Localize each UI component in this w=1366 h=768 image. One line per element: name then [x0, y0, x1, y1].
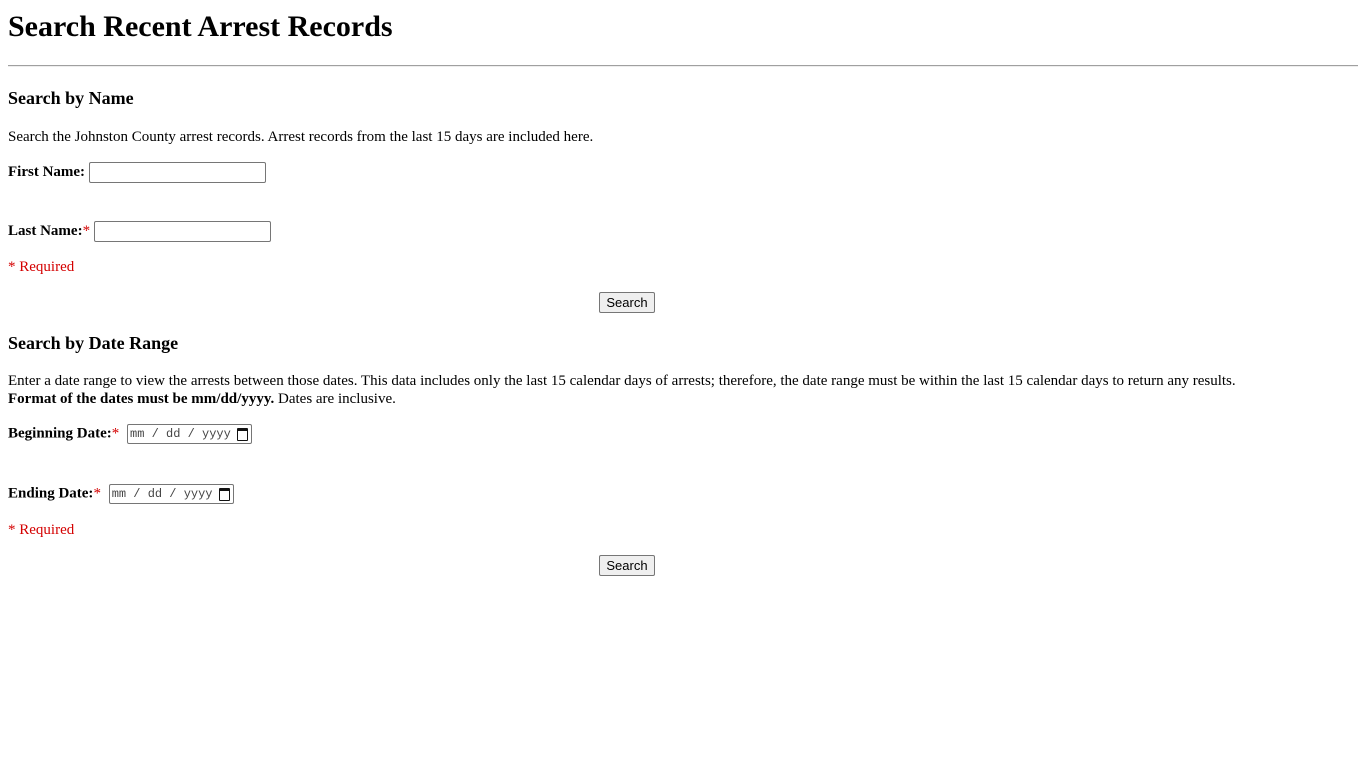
page-title: Search Recent Arrest Records: [8, 10, 393, 43]
divider: [8, 65, 1358, 67]
dates-inclusive-note: Dates are inclusive.: [274, 391, 396, 407]
date-required-note: * Required: [8, 522, 75, 538]
date-search-description-text: Enter a date range to view the arrests b…: [8, 373, 1236, 389]
ending-date-placeholder: mm / dd / yyyy: [111, 487, 213, 501]
first-name-input[interactable]: [88, 162, 266, 183]
name-search-button[interactable]: Search: [599, 292, 655, 313]
name-search-button-row: Search: [8, 292, 1246, 313]
ending-date-row: Ending Date:* mm / dd / yyyy: [8, 484, 234, 504]
ending-date-label: Ending Date:: [8, 485, 94, 502]
ending-date-input[interactable]: mm / dd / yyyy: [108, 484, 234, 504]
last-name-label: Last Name:: [8, 222, 83, 239]
date-search-description: Enter a date range to view the arrests b…: [8, 372, 1236, 408]
name-search-description: Search the Johnston County arrest record…: [8, 129, 594, 145]
name-required-note: * Required: [8, 259, 75, 275]
beginning-date-row: Beginning Date:* mm / dd / yyyy: [8, 424, 253, 444]
last-name-row: Last Name:*: [8, 221, 271, 242]
beginning-date-input[interactable]: mm / dd / yyyy: [127, 424, 253, 444]
calendar-icon[interactable]: [218, 487, 230, 501]
first-name-label: First Name:: [8, 163, 86, 180]
date-search-button[interactable]: Search: [599, 555, 655, 576]
date-format-note: Format of the dates must be mm/dd/yyyy.: [8, 391, 275, 407]
date-search-heading: Search by Date Range: [8, 333, 179, 353]
required-star: *: [111, 425, 120, 442]
page: Search Recent Arrest Records Search by N…: [0, 0, 1366, 576]
required-star: *: [82, 222, 91, 239]
calendar-icon[interactable]: [237, 427, 249, 441]
beginning-date-placeholder: mm / dd / yyyy: [130, 427, 231, 441]
required-star: *: [93, 485, 101, 502]
name-search-heading: Search by Name: [8, 88, 134, 108]
date-search-button-row: Search: [8, 555, 1246, 576]
first-name-row: First Name:: [8, 162, 266, 183]
beginning-date-label: Beginning Date:: [8, 425, 112, 442]
last-name-input[interactable]: [93, 221, 271, 242]
